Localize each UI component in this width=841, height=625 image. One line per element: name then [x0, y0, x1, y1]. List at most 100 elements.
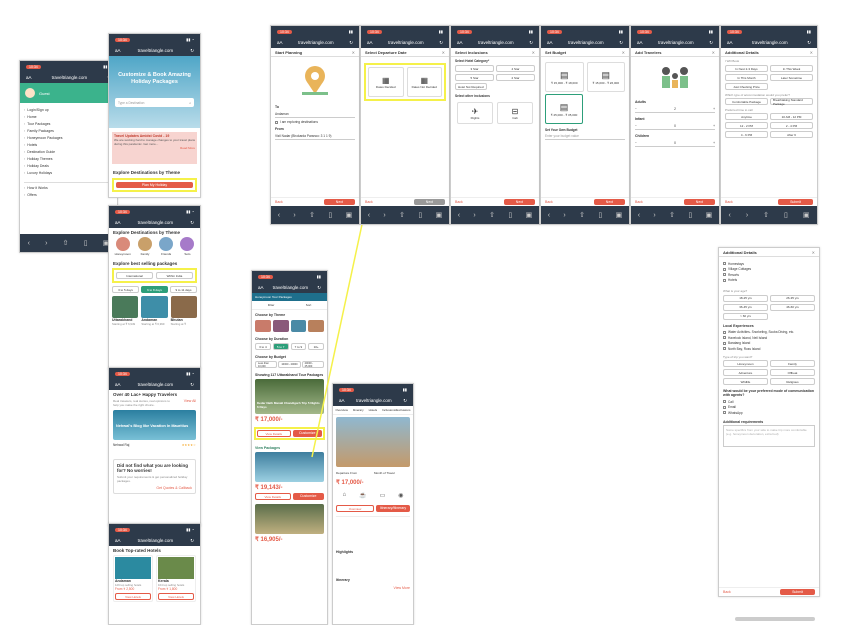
adults-stepper[interactable]: − 2 + — [635, 106, 715, 113]
forward-icon[interactable]: › — [746, 212, 748, 219]
tabs-icon[interactable]: ▣ — [526, 211, 533, 219]
minus-icon[interactable]: − — [635, 107, 637, 111]
age-option[interactable]: 18-25 yrs — [723, 294, 768, 302]
close-icon[interactable]: ✕ — [442, 50, 445, 55]
infant-stepper[interactable]: − 0 + — [635, 123, 715, 130]
checkbox[interactable] — [723, 262, 726, 265]
minus-icon[interactable]: − — [635, 124, 637, 128]
checkbox[interactable] — [723, 400, 726, 403]
star-option[interactable]: 5 Star — [455, 74, 494, 81]
bookmarks-icon[interactable]: ▯ — [418, 211, 422, 219]
stay-option[interactable]: Village Cottages — [723, 267, 815, 271]
back-button[interactable]: Back — [545, 200, 553, 204]
time-option[interactable]: After 6 — [770, 131, 813, 138]
book-option[interactable]: In This Month — [725, 74, 768, 81]
checkbox[interactable] — [723, 278, 726, 282]
local-option[interactable]: Water Activities- Snorkeling, Scuba Divi… — [723, 330, 815, 334]
requirements-textarea[interactable]: Some specifics from your side to make tr… — [723, 425, 815, 447]
next-button[interactable]: Next — [503, 199, 535, 205]
checkbox[interactable] — [723, 411, 726, 414]
minus-icon[interactable]: − — [635, 141, 637, 145]
plus-icon[interactable]: + — [713, 124, 715, 128]
checkbox[interactable] — [723, 336, 726, 339]
time-option[interactable]: 2 - 4 PM — [770, 122, 813, 129]
back-button[interactable]: Back — [365, 200, 373, 204]
close-icon[interactable]: ✕ — [352, 50, 355, 55]
close-icon[interactable]: ✕ — [712, 50, 715, 55]
book-option[interactable]: Just Checking Price — [725, 83, 768, 90]
back-button[interactable]: Back — [723, 590, 731, 594]
submit-button[interactable]: Submit — [780, 589, 815, 595]
star-option[interactable]: 2 Star — [496, 74, 535, 81]
budget-card-2[interactable]: ▤ ₹ 15,000 - ₹ 26,000 — [586, 62, 625, 92]
hotel-option[interactable]: Comfortable Package — [725, 98, 768, 105]
time-option[interactable]: 12 - 2 PM — [725, 122, 768, 129]
plus-icon[interactable]: + — [713, 141, 715, 145]
time-option[interactable]: 4 - 6 PM — [725, 131, 768, 138]
tabs-icon[interactable]: ▣ — [616, 211, 623, 219]
trip-option[interactable]: Adventure — [723, 369, 768, 376]
comm-option[interactable]: Email — [723, 405, 815, 409]
stay-option[interactable]: Resorts — [723, 273, 815, 277]
flights-card[interactable]: ✈ Flights — [457, 102, 493, 124]
back-icon[interactable]: ‹ — [638, 212, 640, 219]
share-icon[interactable]: ⇧ — [309, 211, 315, 219]
next-button[interactable]: Next — [323, 199, 355, 205]
stay-option[interactable]: Homestays — [723, 262, 815, 266]
tabs-icon[interactable]: ▣ — [803, 211, 810, 219]
submit-button[interactable]: Submit — [778, 199, 813, 205]
from-input[interactable]: Vizil Nadar (Bhokarda Paranoo: 3 1 1 9) — [275, 133, 355, 140]
dates-not-decided-card[interactable]: ▦ Dates Not Decided — [406, 67, 442, 97]
bookmarks-icon[interactable]: ▯ — [328, 211, 332, 219]
url-bar[interactable]: aAtraveltriangle.com↻ — [721, 37, 817, 48]
checkbox[interactable] — [723, 273, 726, 276]
checkbox[interactable] — [275, 120, 278, 124]
scrollbar[interactable] — [735, 617, 815, 621]
star-option[interactable]: 4 Star — [496, 65, 535, 72]
share-icon[interactable]: ⇧ — [763, 211, 769, 219]
forward-icon[interactable]: › — [383, 212, 385, 219]
trip-option[interactable]: Religious — [770, 378, 815, 385]
back-button[interactable]: Back — [635, 200, 643, 204]
forward-icon[interactable]: › — [473, 212, 475, 219]
bookmarks-icon[interactable]: ▯ — [784, 211, 788, 219]
forward-icon[interactable]: › — [653, 212, 655, 219]
url-bar[interactable]: aAtraveltriangle.com↻ — [541, 37, 629, 48]
trip-option[interactable]: Honeymoon — [723, 360, 768, 367]
share-icon[interactable]: ⇧ — [399, 211, 405, 219]
tabs-icon[interactable]: ▣ — [346, 211, 353, 219]
share-icon[interactable]: ⇧ — [669, 211, 675, 219]
local-option[interactable]: Baratang Island — [723, 341, 815, 345]
close-icon[interactable]: ✕ — [532, 50, 535, 55]
url-bar[interactable]: aAtraveltriangle.com↻ — [631, 37, 719, 48]
hotel-option[interactable]: Breathtaking Standard Package — [770, 98, 813, 106]
checkbox[interactable] — [723, 347, 726, 350]
age-option[interactable]: 46-60 yrs — [770, 303, 815, 311]
local-option[interactable]: Havelock Island, Neil Island — [723, 336, 815, 340]
trip-option[interactable]: Family — [770, 360, 815, 367]
back-button[interactable]: Back — [275, 200, 283, 204]
dates-decided-card[interactable]: ▦ Dates Decided — [368, 67, 404, 97]
forward-icon[interactable]: › — [563, 212, 565, 219]
tabs-icon[interactable]: ▣ — [436, 211, 443, 219]
budget-card-1[interactable]: ▤ ₹ 15,000 - ₹ 18,000 — [545, 62, 584, 92]
bookmarks-icon[interactable]: ▯ — [688, 211, 692, 219]
stay-option[interactable]: Hotels — [723, 278, 815, 282]
checkbox[interactable] — [723, 330, 726, 334]
comm-option[interactable]: WhatsApp — [723, 411, 815, 415]
back-button[interactable]: Back — [455, 200, 463, 204]
next-button[interactable]: Next — [413, 199, 445, 205]
url-bar[interactable]: aAtraveltriangle.com↻ — [451, 37, 539, 48]
time-option[interactable]: 10 AM - 12 PM — [770, 113, 813, 120]
trip-option[interactable]: Wildlife — [723, 378, 768, 385]
close-icon[interactable]: ✕ — [810, 50, 813, 55]
back-icon[interactable]: ‹ — [458, 212, 460, 219]
hotel-not-required[interactable]: Hotel Not Required — [455, 83, 487, 90]
checkbox[interactable] — [723, 267, 726, 271]
age-option[interactable]: > 60 yrs — [723, 312, 768, 320]
share-icon[interactable]: ⇧ — [489, 211, 495, 219]
share-icon[interactable]: ⇧ — [579, 211, 585, 219]
age-option[interactable]: 36-45 yrs — [723, 303, 768, 311]
age-option[interactable]: 26-35 yrs — [770, 294, 815, 302]
plus-icon[interactable]: + — [713, 107, 715, 111]
